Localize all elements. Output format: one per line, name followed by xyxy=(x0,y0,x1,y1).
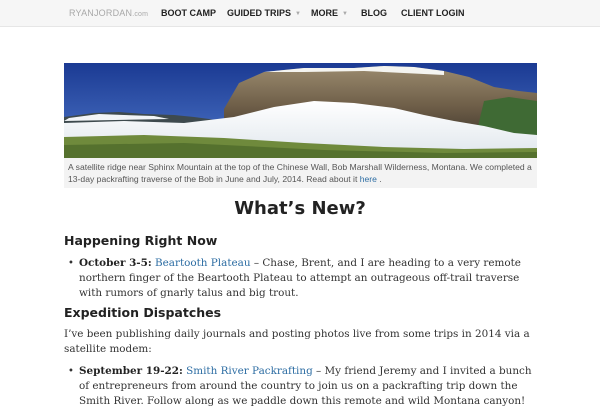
caption-end: . xyxy=(379,174,382,184)
item-link[interactable]: Beartooth Plateau xyxy=(155,257,251,269)
item-date: September 19-22: xyxy=(79,365,183,377)
item-date: October 3-5: xyxy=(79,257,152,269)
item-link[interactable]: Smith River Packrafting xyxy=(186,365,313,377)
caption-link[interactable]: here xyxy=(360,174,377,184)
nav-item-client-login[interactable]: CLIENT LOGIN xyxy=(401,8,465,18)
section-heading-happening: Happening Right Now xyxy=(64,233,218,248)
bullet-icon: • xyxy=(68,258,74,269)
nav-item-boot-camp[interactable]: BOOT CAMP xyxy=(161,8,216,18)
nav-item-guided-trips[interactable]: GUIDED TRIPS ▼ xyxy=(227,8,301,18)
page-title: What’s New? xyxy=(234,198,366,219)
chevron-down-icon: ▼ xyxy=(295,11,301,17)
dispatches-intro: I’ve been publishing daily journals and … xyxy=(64,328,530,355)
list-item: September 19-22: Smith River Packrafting… xyxy=(79,364,539,409)
chevron-down-icon: ▼ xyxy=(342,11,348,17)
hero-image xyxy=(64,63,537,158)
caption-text: A satellite ridge near Sphinx Mountain a… xyxy=(68,162,532,184)
nav-item-blog[interactable]: BLOG xyxy=(361,8,387,18)
top-navigation-bar: RYANJORDAN.com BOOT CAMP GUIDED TRIPS ▼ M… xyxy=(0,0,600,27)
brand-suffix: .com xyxy=(132,11,149,18)
section-heading-dispatches: Expedition Dispatches xyxy=(64,305,222,320)
hero-caption: A satellite ridge near Sphinx Mountain a… xyxy=(64,158,537,188)
nav-item-label: MORE xyxy=(311,8,338,18)
mountain-landscape-image xyxy=(64,63,537,158)
nav-item-label: GUIDED TRIPS xyxy=(227,8,292,18)
nav-item-more[interactable]: MORE ▼ xyxy=(311,8,348,18)
site-logo-link[interactable]: RYANJORDAN.com xyxy=(69,8,148,18)
bullet-icon: • xyxy=(68,366,74,377)
brand-name: RYANJORDAN xyxy=(69,8,133,18)
list-item: October 3-5: Beartooth Plateau – Chase, … xyxy=(79,256,539,301)
